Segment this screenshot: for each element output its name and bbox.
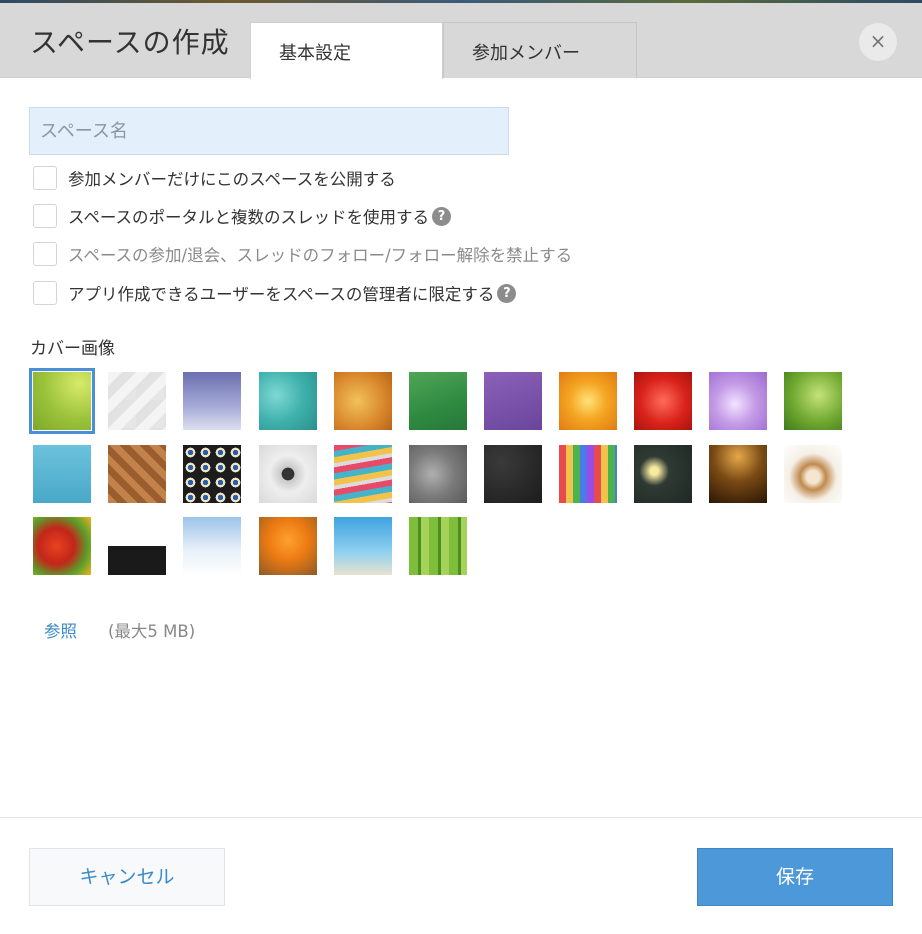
tab-basic-settings[interactable]: 基本設定 xyxy=(250,22,443,79)
browse-link[interactable]: 参照 xyxy=(44,618,77,642)
cover-lightbulb-chalkboard[interactable] xyxy=(634,445,692,503)
checkbox[interactable] xyxy=(33,281,57,305)
space-name-input[interactable] xyxy=(29,107,509,155)
cover-lavender-flower[interactable] xyxy=(709,372,767,430)
option-portal-threads[interactable]: スペースのポータルと複数のスレッドを使用する ? xyxy=(33,203,452,229)
dialog-title: スペースの作成 xyxy=(30,26,230,59)
cover-palm-beach[interactable] xyxy=(334,517,392,575)
help-icon[interactable]: ? xyxy=(432,206,452,226)
cover-white-geometric[interactable] xyxy=(108,372,166,430)
cover-bamboo[interactable] xyxy=(409,517,467,575)
cover-orange-grunge[interactable] xyxy=(334,372,392,430)
cover-teal-texture[interactable] xyxy=(259,372,317,430)
cancel-button[interactable]: キャンセル xyxy=(29,848,225,906)
checkbox xyxy=(33,242,57,266)
cover-green-fabric[interactable] xyxy=(409,372,467,430)
checkbox[interactable] xyxy=(33,166,57,190)
cover-image-label: カバー画像 xyxy=(30,339,115,359)
cover-lime-green-abstract[interactable] xyxy=(29,368,95,434)
cover-compass[interactable] xyxy=(259,445,317,503)
option-label: アプリ作成できるユーザーをスペースの管理者に限定する xyxy=(68,285,495,304)
close-icon[interactable]: × xyxy=(859,23,897,61)
cover-white-cubes[interactable] xyxy=(33,445,91,503)
cover-red-flower[interactable] xyxy=(634,372,692,430)
cover-oranges-basket[interactable] xyxy=(259,517,317,575)
cover-cat-peeking[interactable] xyxy=(108,517,166,575)
option-prohibit-join-leave: スペースの参加/退会、スレッドのフォロー/フォロー解除を禁止する xyxy=(33,241,572,267)
cover-mosaic-tiles[interactable] xyxy=(183,445,241,503)
checkbox[interactable] xyxy=(33,204,57,228)
cover-purple-paper[interactable] xyxy=(484,372,542,430)
cover-latte-art[interactable] xyxy=(784,445,842,503)
option-restrict-app-creation[interactable]: アプリ作成できるユーザーをスペースの管理者に限定する ? xyxy=(33,280,517,306)
cover-vegetables[interactable] xyxy=(33,517,91,575)
dialog-header: スペースの作成 基本設定 参加メンバー × xyxy=(0,3,922,79)
cover-purple-blue-gradient[interactable] xyxy=(183,372,241,430)
option-members-only[interactable]: 参加メンバーだけにこのスペースを公開する xyxy=(33,165,396,191)
help-icon[interactable]: ? xyxy=(497,283,517,303)
cover-dark-amber-gradient[interactable] xyxy=(709,445,767,503)
cover-chalkboard-doodles[interactable] xyxy=(484,445,542,503)
tab-members[interactable]: 参加メンバー xyxy=(443,22,637,78)
cover-snowy-trees[interactable] xyxy=(183,517,241,575)
option-label: 参加メンバーだけにこのスペースを公開する xyxy=(68,170,396,189)
cover-colored-pencils[interactable] xyxy=(559,445,617,503)
cover-wicker-weave[interactable] xyxy=(108,445,166,503)
option-label: スペースの参加/退会、スレッドのフォロー/フォロー解除を禁止する xyxy=(68,246,573,265)
cover-gears[interactable] xyxy=(409,445,467,503)
cover-green-leaf[interactable] xyxy=(784,372,842,430)
max-size-note: (最大5 MB) xyxy=(108,622,196,641)
option-label: スペースのポータルと複数のスレッドを使用する xyxy=(68,208,430,227)
footer-divider xyxy=(0,817,922,818)
cover-orange-flower[interactable] xyxy=(559,372,617,430)
cover-stacked-books[interactable] xyxy=(334,445,392,503)
save-button[interactable]: 保存 xyxy=(697,848,893,906)
